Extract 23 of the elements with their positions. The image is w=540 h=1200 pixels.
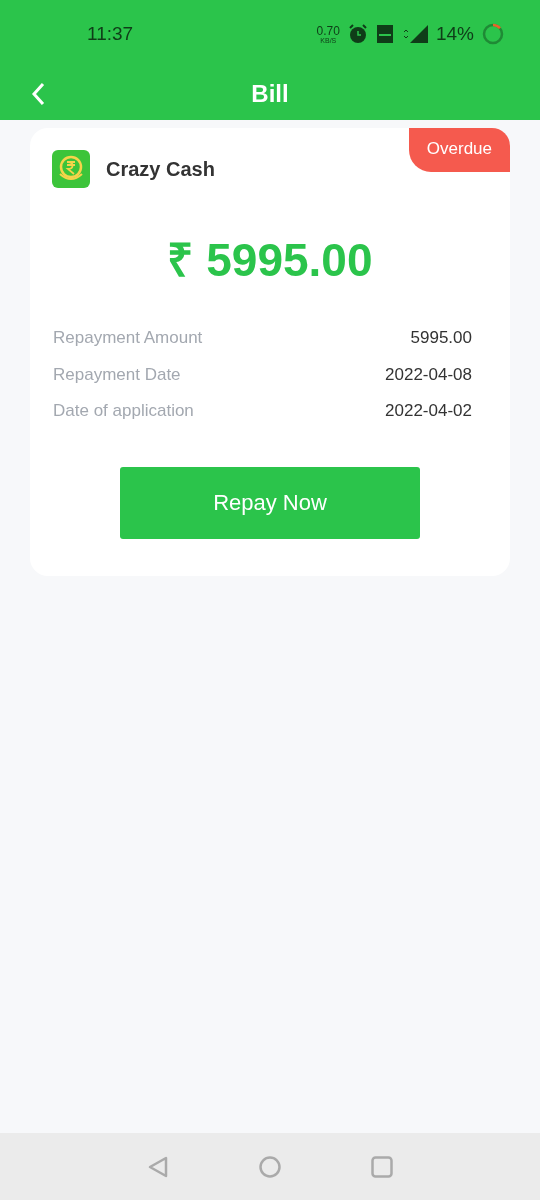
bill-amount: ₹ 5995.00 <box>167 233 373 288</box>
clock-time: 11:37 <box>87 21 134 46</box>
back-nav-icon[interactable] <box>147 1155 169 1178</box>
battery-ring-icon <box>482 23 504 45</box>
signal-icon <box>401 24 428 44</box>
status-tag: Overdue <box>408 128 510 172</box>
detail-label: Date of application <box>53 400 194 422</box>
volte-icon <box>375 24 394 44</box>
repay-now-button[interactable]: Repay Now <box>120 466 420 539</box>
recents-nav-icon[interactable] <box>371 1155 393 1178</box>
detail-value: 5995.00 <box>410 327 472 349</box>
detail-value: 2022-04-08 <box>385 363 472 386</box>
battery-percentage: 14% <box>435 21 474 46</box>
back-icon[interactable] <box>31 82 45 106</box>
app-logo-icon <box>52 150 90 188</box>
home-nav-icon[interactable] <box>259 1155 281 1178</box>
network-speed: 0.70 <box>316 24 340 37</box>
detail-label: Repayment Date <box>53 363 181 386</box>
detail-label: Repayment Amount <box>53 327 203 349</box>
alarm-icon <box>347 24 368 44</box>
detail-value: 2022-04-02 <box>385 400 472 422</box>
page-title: Bill <box>251 79 289 109</box>
app-name: Crazy Cash <box>106 157 215 182</box>
